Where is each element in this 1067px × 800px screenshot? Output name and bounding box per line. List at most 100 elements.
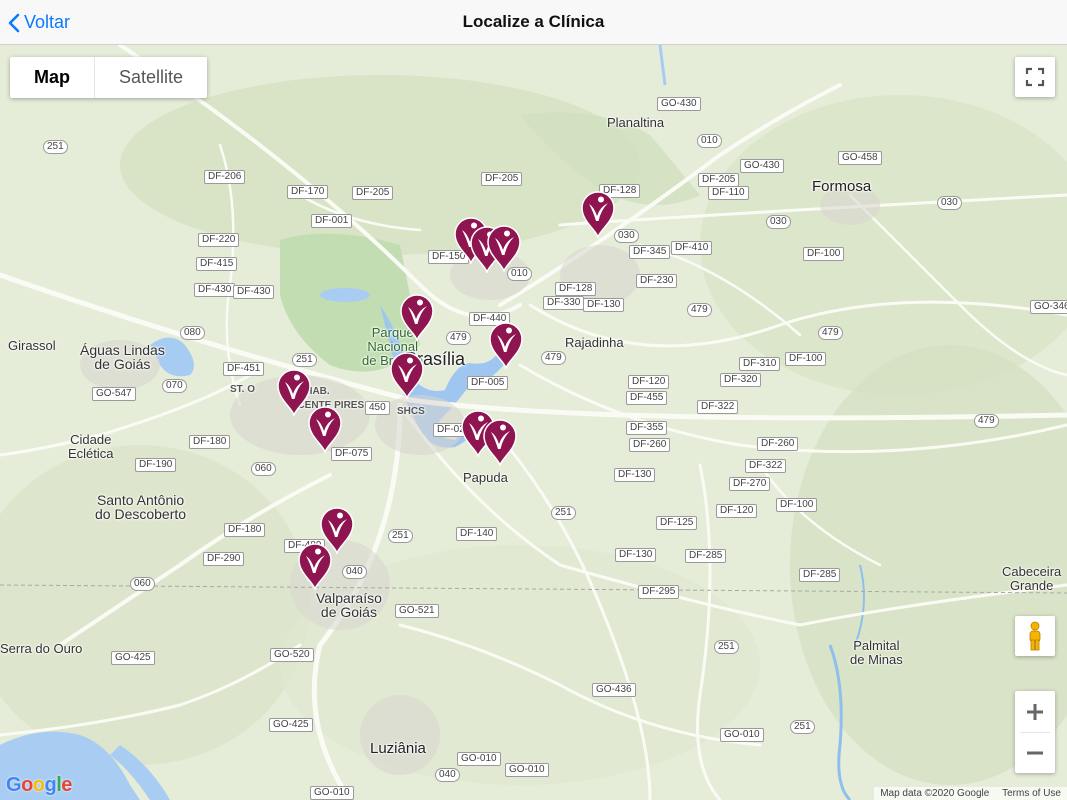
road-shield: 010 xyxy=(697,134,722,148)
road-shield: DF-005 xyxy=(467,376,509,390)
road-shield: DF-310 xyxy=(739,357,781,371)
road-shield: 251 xyxy=(551,506,576,520)
road-shield: 479 xyxy=(974,414,999,428)
road-shield: DF-330 xyxy=(543,296,585,310)
clinic-pin-icon xyxy=(308,406,342,455)
road-shield: 040 xyxy=(435,768,460,782)
minus-icon xyxy=(1027,751,1043,754)
place-label-palmital: Palmital de Minas xyxy=(850,638,903,667)
road-shield: DF-100 xyxy=(803,247,845,261)
road-shield: DF-170 xyxy=(287,185,329,199)
road-shield: 479 xyxy=(446,331,471,345)
road-shield: 060 xyxy=(251,462,276,476)
clinic-map-pin[interactable] xyxy=(306,405,344,455)
road-shield: DF-180 xyxy=(224,523,266,537)
clinic-pin-icon xyxy=(489,322,523,371)
road-shield: DF-100 xyxy=(776,498,818,512)
road-shield: DF-430 xyxy=(233,285,275,299)
back-button[interactable]: Voltar xyxy=(8,0,70,45)
place-label-rajadinha: Rajadinha xyxy=(565,335,624,350)
pegman-icon xyxy=(1029,621,1041,651)
clinic-map-pin[interactable] xyxy=(481,418,519,468)
road-shield: GO-430 xyxy=(657,97,701,111)
road-shield: DF-205 xyxy=(481,172,523,186)
road-shield: 251 xyxy=(714,640,739,654)
map-type-satellite-button[interactable]: Satellite xyxy=(95,57,207,98)
road-shield: 080 xyxy=(180,326,205,340)
clinic-pin-icon xyxy=(483,419,517,468)
road-shield: DF-285 xyxy=(685,549,727,563)
page-title: Localize a Clínica xyxy=(462,12,605,31)
back-label: Voltar xyxy=(24,12,71,32)
map-view[interactable]: Planaltina Formosa Girassol Águas Lindas… xyxy=(0,45,1067,800)
place-label-cabeceira-grande: Cabeceira Grande xyxy=(1002,564,1062,593)
zoom-out-button[interactable] xyxy=(1015,733,1055,773)
terms-of-use-link[interactable]: Terms of Use xyxy=(1002,788,1061,799)
place-label-santo-antonio: Santo Antônio do Descoberto xyxy=(95,492,187,522)
clinic-map-pin[interactable] xyxy=(296,542,334,592)
road-shield: GO-010 xyxy=(310,786,354,800)
road-shield: DF-430 xyxy=(194,283,236,297)
place-label-formosa: Formosa xyxy=(812,178,872,195)
road-shield: DF-270 xyxy=(729,477,771,491)
clinic-pin-icon xyxy=(581,191,615,240)
road-shield: DF-220 xyxy=(198,233,240,247)
fullscreen-button[interactable] xyxy=(1015,57,1055,97)
google-logo: Google xyxy=(6,774,72,796)
clinic-pin-icon xyxy=(390,352,424,401)
fullscreen-icon xyxy=(1025,67,1045,87)
zoom-in-button[interactable] xyxy=(1015,692,1055,732)
road-shield: DF-455 xyxy=(626,391,668,405)
zoom-control xyxy=(1015,691,1055,773)
road-shield: DF-120 xyxy=(716,504,758,518)
road-shield: DF-290 xyxy=(203,552,245,566)
road-shield: GO-010 xyxy=(457,752,501,766)
road-shield: GO-436 xyxy=(592,683,636,697)
road-shield: 251 xyxy=(790,720,815,734)
road-shield: DF-205 xyxy=(352,186,394,200)
road-shield: DF-130 xyxy=(583,298,625,312)
clinic-pin-icon xyxy=(487,225,521,274)
road-shield: 479 xyxy=(541,351,566,365)
place-label-aguas-lindas: Águas Lindas de Goiás xyxy=(80,342,165,372)
chevron-left-icon xyxy=(8,13,20,32)
clinic-map-pin[interactable] xyxy=(398,293,436,343)
plus-icon xyxy=(1027,703,1043,720)
clinic-map-pin[interactable] xyxy=(579,190,617,240)
place-label-luziania: Luziânia xyxy=(370,740,426,757)
navigation-bar: Voltar Localize a Clínica xyxy=(0,0,1067,45)
road-shield: GO-346 xyxy=(1030,300,1067,314)
place-label-shcs: SHCS xyxy=(397,406,425,417)
road-shield: 251 xyxy=(43,140,68,154)
road-shield: 479 xyxy=(818,326,843,340)
road-shield: 479 xyxy=(687,303,712,317)
map-base xyxy=(0,45,1067,800)
clinic-map-pin[interactable] xyxy=(487,321,525,371)
road-shield: DF-130 xyxy=(615,548,657,562)
road-shield: DF-130 xyxy=(614,468,656,482)
place-label-planaltina: Planaltina xyxy=(607,115,665,130)
road-shield: DF-285 xyxy=(799,568,841,582)
road-shield: DF-320 xyxy=(720,373,762,387)
road-shield: DF-140 xyxy=(456,527,498,541)
road-shield: DF-110 xyxy=(708,186,749,200)
road-shield: DF-190 xyxy=(135,458,177,472)
road-shield: DF-322 xyxy=(697,400,739,414)
clinic-pin-icon xyxy=(400,294,434,343)
place-label-st-o: ST. O xyxy=(230,384,256,395)
road-shield: DF-322 xyxy=(745,459,787,473)
road-shield: DF-355 xyxy=(626,421,668,435)
road-shield: DF-451 xyxy=(223,362,265,376)
place-label-papuda: Papuda xyxy=(463,470,508,485)
road-shield: GO-430 xyxy=(740,159,784,173)
place-label-cidade-ecletica: Cidade Eclética xyxy=(68,432,114,461)
road-shield: GO-521 xyxy=(395,604,439,618)
road-shield: GO-425 xyxy=(111,651,155,665)
road-shield: GO-458 xyxy=(838,151,882,165)
clinic-map-pin[interactable] xyxy=(388,351,426,401)
clinic-map-pin[interactable] xyxy=(485,224,523,274)
place-label-girassol: Girassol xyxy=(8,338,56,353)
street-view-pegman-button[interactable] xyxy=(1015,616,1055,656)
road-shield: DF-100 xyxy=(785,352,827,366)
map-type-map-button[interactable]: Map xyxy=(10,57,94,98)
